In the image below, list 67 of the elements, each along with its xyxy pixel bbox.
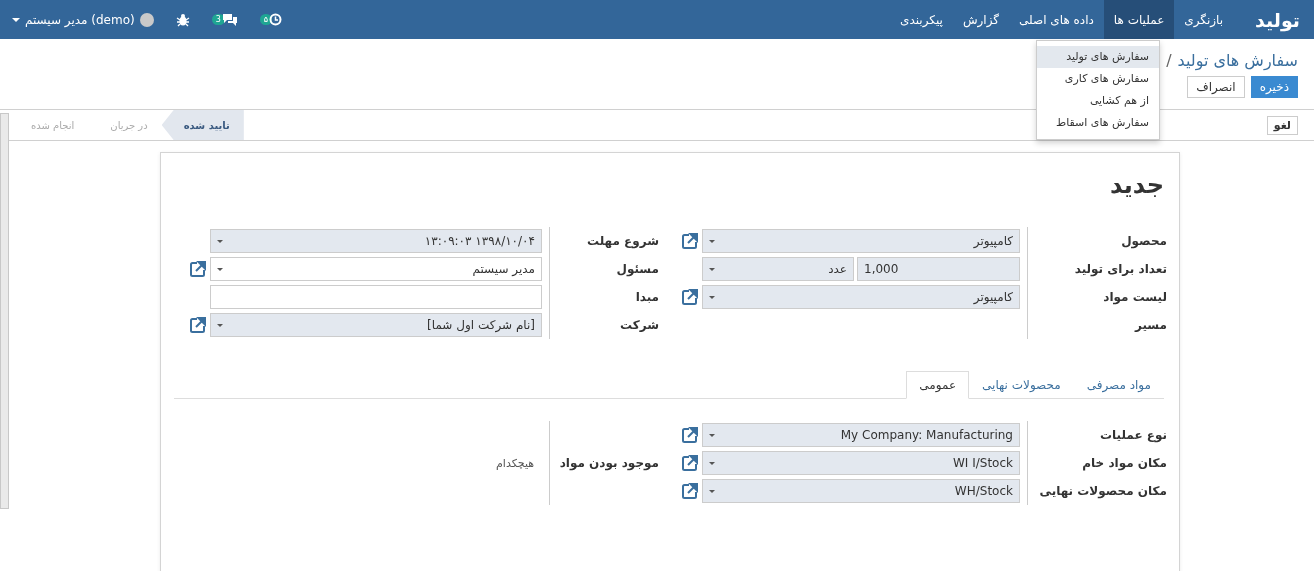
field-label: شرکت — [549, 311, 659, 339]
caret-icon — [709, 239, 715, 243]
notebook-tab[interactable]: مواد مصرفی — [1073, 371, 1164, 399]
text-field[interactable] — [210, 285, 542, 309]
cancel-button[interactable]: لغو — [1266, 115, 1298, 135]
external-link-icon[interactable] — [681, 454, 699, 472]
dropdown-item[interactable]: سفارش های کاری — [1037, 68, 1159, 90]
field-label: موجود بودن مواد — [549, 421, 659, 505]
caret-icon — [709, 489, 715, 493]
menu-item[interactable]: پیکربندی — [890, 0, 953, 39]
select-field[interactable]: مدیر سیستم — [210, 257, 542, 281]
field-label: مسئول — [549, 255, 659, 283]
caret-icon — [709, 267, 715, 271]
external-link-icon[interactable] — [189, 316, 207, 334]
caret-icon — [709, 295, 715, 299]
caret-icon — [217, 323, 223, 327]
select-field[interactable]: WH/Stock — [702, 479, 1020, 503]
status-stage[interactable]: تایید شده — [161, 110, 244, 140]
menu-item[interactable]: عملیات ها — [1103, 0, 1175, 39]
dropdown-item[interactable]: سفارش های تولید — [1037, 46, 1159, 68]
dropdown-item[interactable]: از هم کشایی — [1037, 90, 1159, 112]
external-link-icon[interactable] — [681, 426, 699, 444]
unit-field[interactable]: عدد — [702, 257, 854, 281]
app-title: تولید — [1254, 7, 1301, 34]
select-field[interactable]: ۱۳۹۸/۱۰/۰۴ ۱۳:۰۹:۰۳ — [210, 229, 542, 253]
dropdown-item[interactable]: سفارش های اسقاط — [1037, 112, 1159, 134]
field-label: نوع عملیات — [1027, 421, 1167, 449]
menu-item[interactable]: بازنگری — [1174, 0, 1234, 39]
message-count: 3 — [211, 14, 225, 25]
scrollbar[interactable] — [0, 113, 9, 509]
caret-icon — [217, 239, 223, 243]
save-button[interactable]: ذخیره — [1250, 76, 1298, 98]
discard-button[interactable]: انصراف — [1187, 76, 1245, 98]
caret-icon — [709, 461, 715, 465]
field-label: لیست مواد — [1027, 283, 1167, 311]
external-link-icon[interactable] — [189, 260, 207, 278]
caret-icon — [709, 433, 715, 437]
field-label: مکان مواد خام — [1027, 449, 1167, 477]
user-menu[interactable]: مدیر سیستم (demo) — [12, 12, 154, 27]
select-field[interactable]: WI I/Stock — [702, 451, 1020, 475]
external-link-icon[interactable] — [681, 232, 699, 250]
field-label: مسیر — [1027, 311, 1167, 339]
bug-icon[interactable] — [175, 12, 190, 27]
breadcrumb-link[interactable]: سفارش های تولید — [1177, 51, 1298, 70]
notebook-tab[interactable]: محصولات نهایی — [969, 371, 1074, 399]
menu-item[interactable]: گزارش — [952, 0, 1010, 39]
select-field[interactable]: My Company: Manufacturing — [702, 423, 1020, 447]
external-link-icon[interactable] — [681, 482, 699, 500]
quantity-field[interactable]: 1,000 — [857, 257, 1020, 281]
external-link-icon[interactable] — [681, 288, 699, 306]
field-label: شروع مهلت — [549, 227, 659, 255]
select-field[interactable]: [نام شرکت اول شما] — [210, 313, 542, 337]
notebook-tab[interactable]: عمومی — [906, 371, 970, 399]
field-value: هیچکدام — [496, 456, 535, 470]
activity-count: ۵ — [259, 14, 273, 25]
menu-item[interactable]: داده های اصلی — [1009, 0, 1104, 39]
clock-icon — [269, 13, 283, 26]
select-field[interactable]: کامپیوتر — [702, 229, 1020, 253]
breadcrumb-separator: / — [1166, 51, 1172, 70]
record-title: جدید — [1108, 171, 1164, 199]
chat-icon — [221, 13, 238, 26]
select-field[interactable]: کامپیوتر — [702, 285, 1020, 309]
field-label: مبدا — [549, 283, 659, 311]
caret-icon — [217, 267, 223, 271]
field-label: مکان محصولات نهایی — [1027, 477, 1167, 505]
field-label: تعداد برای تولید — [1027, 255, 1167, 283]
field-label: محصول — [1027, 227, 1167, 255]
